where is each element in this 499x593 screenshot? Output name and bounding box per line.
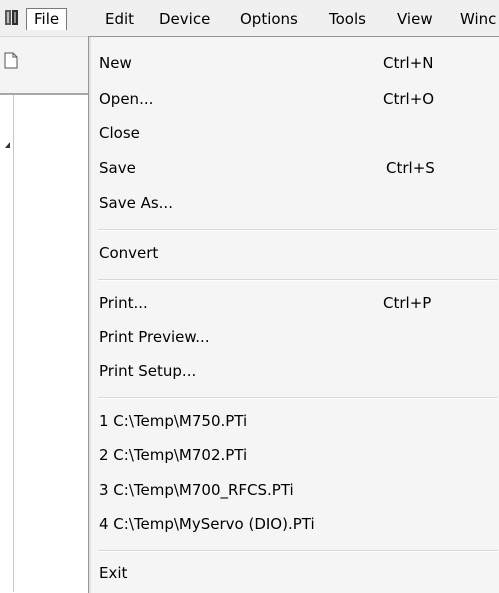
menu-item-label: 3 C:\Temp\M700_RFCS.PTi [99,481,294,499]
menu-item-print[interactable]: Print... Ctrl+P [98,289,488,319]
menu-item-save-as[interactable]: Save As... [98,189,488,219]
menu-item-shortcut: Ctrl+N [383,54,434,72]
menu-options[interactable]: Options [240,9,298,29]
menu-item-label: Close [99,124,140,142]
file-menu-dropdown: New Ctrl+N Open... Ctrl+O Close Save Ctr… [88,36,499,593]
menu-item-print-setup[interactable]: Print Setup... [98,357,488,387]
new-document-icon[interactable] [4,52,18,69]
menu-item-label: Print... [99,294,148,312]
menu-item-shortcut: Ctrl+P [383,294,432,312]
menu-item-save[interactable]: Save Ctrl+S [98,154,488,184]
menu-edit[interactable]: Edit [105,9,134,29]
menu-view[interactable]: View [397,9,433,29]
menu-tools[interactable]: Tools [329,9,366,29]
app-book-icon [5,10,18,25]
menu-item-label: New [99,54,132,72]
tree-panel [0,95,14,592]
menu-device[interactable]: Device [159,9,210,29]
menu-separator [98,229,498,231]
menu-item-label: 2 C:\Temp\M702.PTi [99,446,248,464]
menu-item-recent-file[interactable]: 3 C:\Temp\M700_RFCS.PTi [98,476,488,506]
menu-bar: File Edit Device Options Tools View Winc [0,0,499,37]
menu-item-close[interactable]: Close [98,119,488,149]
tree-expander-icon[interactable] [5,142,10,148]
menu-item-shortcut: Ctrl+S [386,159,435,177]
menu-item-label: 4 C:\Temp\MyServo (DIO).PTi [99,515,315,533]
menu-item-shortcut: Ctrl+O [383,90,435,108]
menu-item-print-preview[interactable]: Print Preview... [98,323,488,353]
menu-item-label: Save As... [99,194,173,212]
menu-separator [98,397,498,399]
menu-item-recent-file[interactable]: 4 C:\Temp\MyServo (DIO).PTi [98,510,488,540]
menu-item-label: Print Setup... [99,362,197,380]
menu-item-convert[interactable]: Convert [98,239,488,269]
menu-file[interactable]: File [26,8,68,30]
menu-item-label: Open... [99,90,154,108]
menu-item-recent-file[interactable]: 2 C:\Temp\M702.PTi [98,441,488,471]
menu-item-label: Convert [99,244,159,262]
menu-window[interactable]: Winc [460,9,496,29]
menu-item-label: Exit [99,564,128,582]
menu-item-label: Print Preview... [99,328,210,346]
menu-item-label: 1 C:\Temp\M750.PTi [99,412,248,430]
menu-item-new[interactable]: New Ctrl+N [98,49,488,79]
menu-separator [98,279,498,281]
menu-item-recent-file[interactable]: 1 C:\Temp\M750.PTi [98,407,488,437]
menu-gutter [89,37,91,593]
menu-item-open[interactable]: Open... Ctrl+O [98,85,488,115]
menu-item-exit[interactable]: Exit [98,559,488,589]
menu-item-label: Save [99,159,136,177]
menu-separator [98,550,498,552]
